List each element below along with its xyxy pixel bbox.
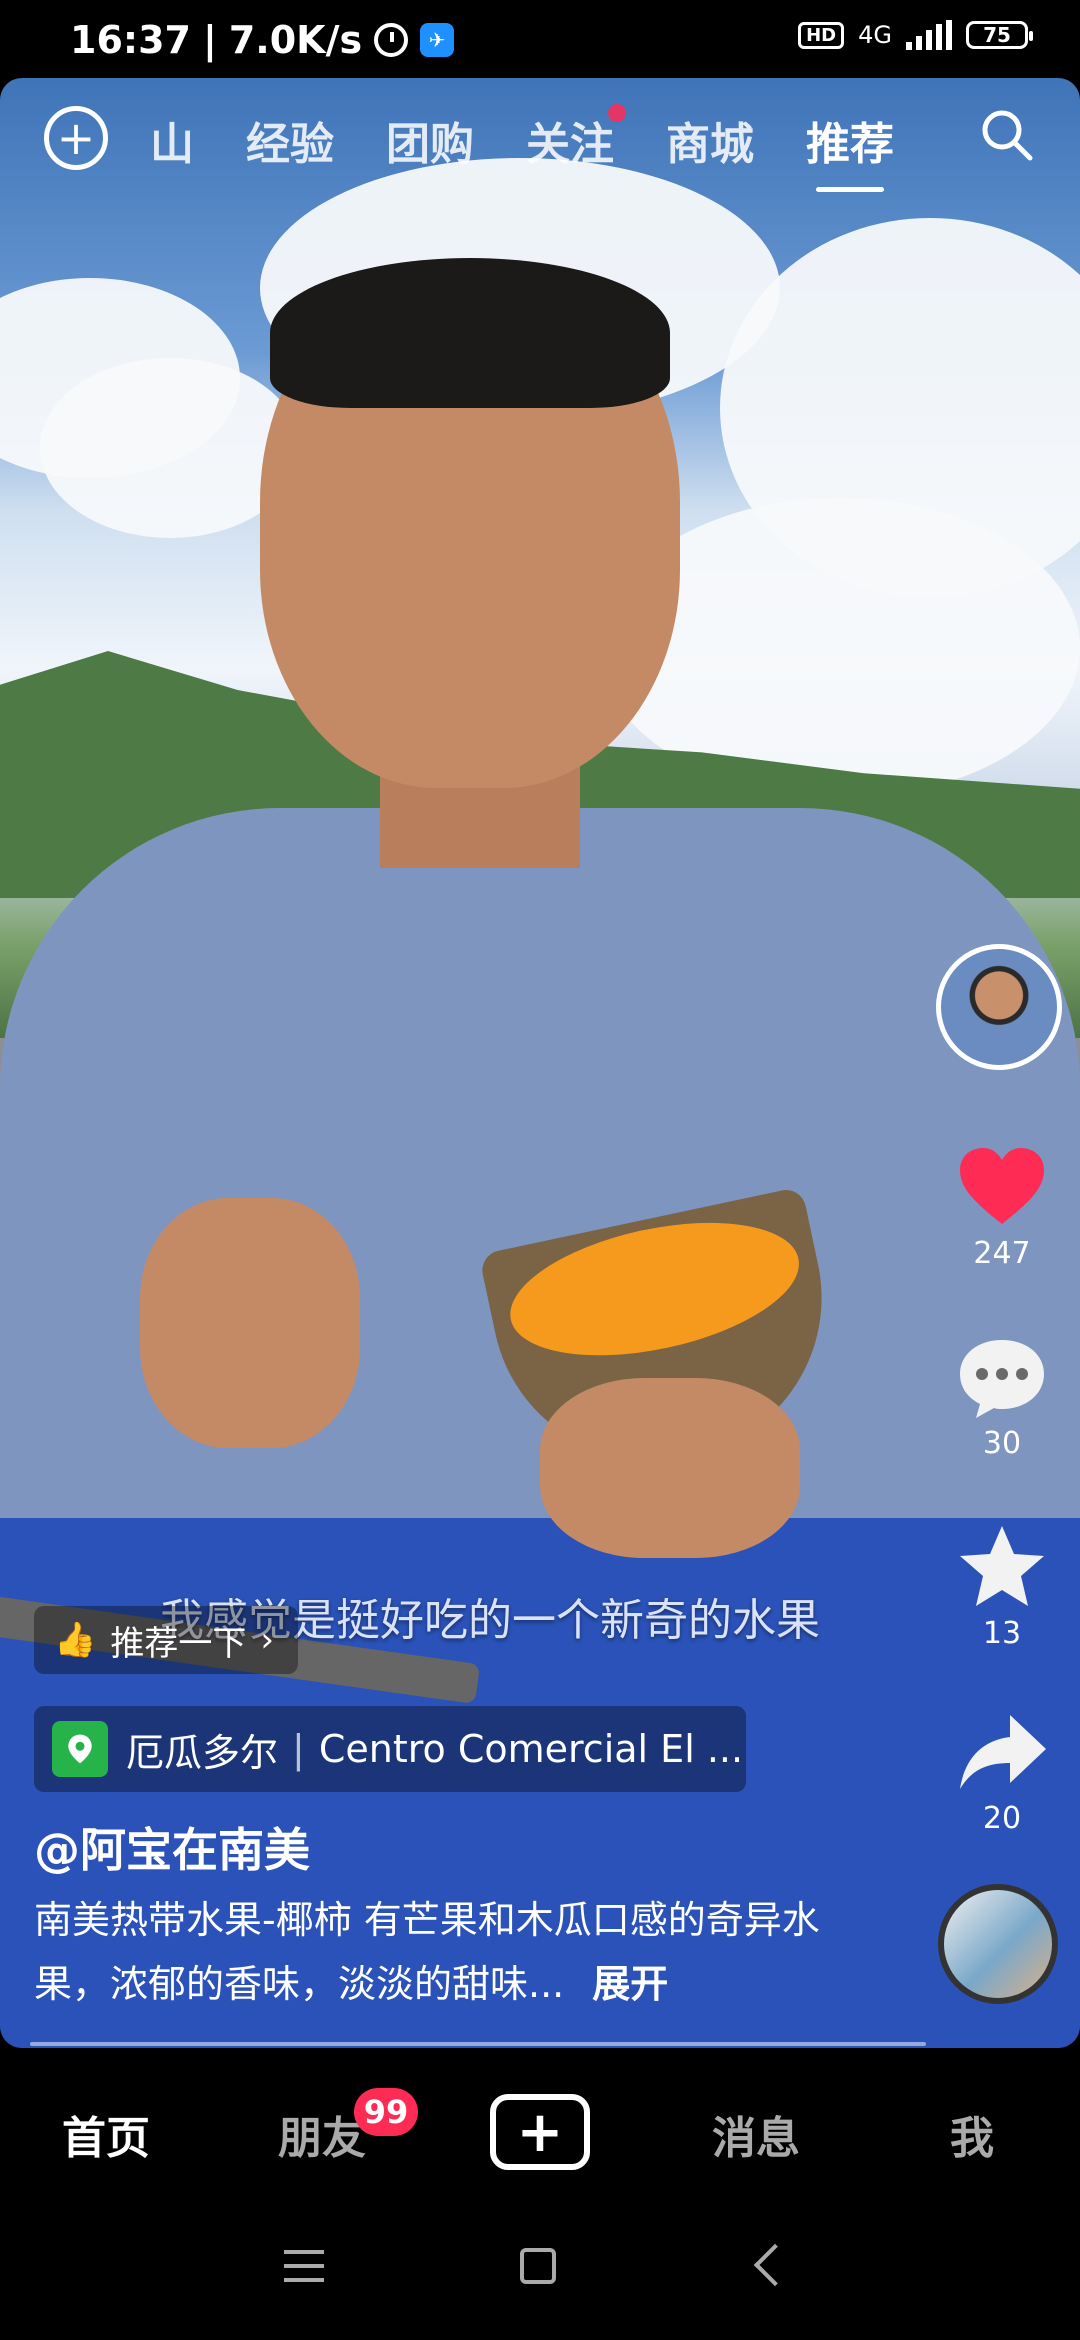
location-tag[interactable]: 厄瓜多尔 | Centro Comercial El ... bbox=[34, 1706, 746, 1792]
music-disc[interactable] bbox=[938, 1884, 1058, 2004]
location-place: Centro Comercial El ... bbox=[318, 1727, 744, 1771]
nav-home[interactable]: 首页 bbox=[62, 2102, 150, 2166]
description-text: 南美热带水果-椰柿 有芒果和木瓜口感的奇异水果，浓郁的香味，淡淡的甜味... bbox=[34, 1898, 820, 2006]
top-tabs: 山 经验 团购 关注 商城 推荐 bbox=[150, 104, 946, 192]
menu-icon[interactable] bbox=[284, 2250, 324, 2292]
favorite-button[interactable]: 13 bbox=[946, 1520, 1058, 1651]
tab-experience[interactable]: 经验 bbox=[246, 108, 334, 172]
notification-dot bbox=[608, 104, 626, 122]
hair bbox=[270, 258, 670, 408]
like-button[interactable]: 247 bbox=[946, 1140, 1058, 1271]
create-button[interactable]: + bbox=[490, 2094, 590, 2170]
comment-icon bbox=[960, 1340, 1044, 1418]
app-notification-icon: ✈ bbox=[420, 23, 455, 57]
tab-group-buy[interactable]: 团购 bbox=[386, 108, 474, 172]
video-progress-bar[interactable] bbox=[30, 2042, 926, 2046]
top-nav: + 山 经验 团购 关注 商城 推荐 bbox=[0, 100, 1080, 210]
expand-button[interactable]: 展开 bbox=[592, 1962, 668, 2006]
tab-mall[interactable]: 商城 bbox=[666, 108, 754, 172]
tab-following[interactable]: 关注 bbox=[526, 104, 626, 172]
bottom-nav: 首页 朋友 99 + 消息 我 bbox=[0, 2060, 1080, 2200]
favorite-count: 13 bbox=[982, 1616, 1022, 1651]
status-time: 16:37 bbox=[70, 18, 191, 62]
add-circle-button[interactable]: + bbox=[44, 106, 108, 170]
thumbs-up-icon: 👍 bbox=[54, 1620, 97, 1660]
location-country: 厄瓜多尔 bbox=[126, 1730, 279, 1775]
status-right: HD 4G 75 bbox=[798, 20, 1033, 50]
nav-messages[interactable]: 消息 bbox=[712, 2102, 800, 2166]
system-nav-bar bbox=[0, 2200, 1080, 2340]
comment-button[interactable]: 30 bbox=[946, 1330, 1058, 1461]
right-hand bbox=[540, 1378, 800, 1558]
battery-icon: 75 bbox=[966, 21, 1033, 49]
status-left: 16:37 | 7.0K/s ✈ bbox=[70, 18, 455, 62]
heart-icon bbox=[960, 1148, 1044, 1224]
back-icon[interactable] bbox=[753, 2243, 797, 2287]
tab-recommended[interactable]: 推荐 bbox=[806, 108, 894, 192]
home-icon[interactable] bbox=[520, 2248, 556, 2284]
share-icon bbox=[960, 1715, 1046, 1789]
recommend-label: 推荐一下 bbox=[110, 1623, 247, 1664]
chevron-right-icon: › bbox=[260, 1620, 274, 1660]
location-pin-icon bbox=[52, 1721, 108, 1777]
left-hand bbox=[140, 1198, 360, 1448]
network-type: 4G bbox=[858, 21, 892, 49]
tab-shan[interactable]: 山 bbox=[150, 108, 194, 172]
star-icon bbox=[960, 1526, 1044, 1606]
comment-count: 30 bbox=[982, 1426, 1022, 1461]
author-avatar[interactable] bbox=[936, 944, 1062, 1070]
friends-badge: 99 bbox=[354, 2088, 418, 2136]
nav-friends[interactable]: 朋友 bbox=[278, 2102, 366, 2166]
author-name[interactable]: @阿宝在南美 bbox=[34, 1814, 310, 1880]
like-count: 247 bbox=[973, 1236, 1031, 1271]
search-icon[interactable] bbox=[980, 108, 1034, 162]
hd-badge: HD bbox=[798, 21, 845, 49]
video-description: 南美热带水果-椰柿 有芒果和木瓜口感的奇异水果，浓郁的香味，淡淡的甜味... 展开 bbox=[34, 1888, 854, 2016]
status-bar: 16:37 | 7.0K/s ✈ HD 4G 75 bbox=[0, 0, 1080, 78]
battery-level: 75 bbox=[983, 23, 1011, 47]
recommend-button[interactable]: 👍 推荐一下 › bbox=[34, 1606, 298, 1674]
network-speed: 7.0K/s bbox=[228, 18, 363, 62]
signal-icon bbox=[906, 20, 952, 50]
share-button[interactable]: 20 bbox=[946, 1705, 1058, 1836]
tab-following-label: 关注 bbox=[526, 119, 614, 170]
alarm-icon bbox=[374, 23, 409, 57]
nav-me[interactable]: 我 bbox=[950, 2102, 994, 2166]
share-count: 20 bbox=[982, 1801, 1022, 1836]
